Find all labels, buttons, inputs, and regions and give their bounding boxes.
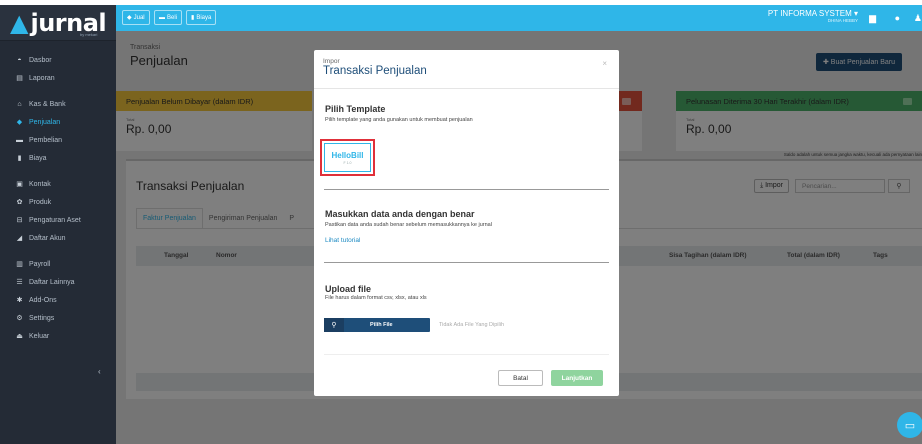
sidebar-item-label: Payroll xyxy=(29,260,51,268)
sidebar-item-label: Daftar Akun xyxy=(29,234,66,242)
receipt-icon: ▮ xyxy=(191,15,195,21)
quick-buy-button[interactable]: ▬ Beli xyxy=(154,10,183,25)
search-icon: ⚲ xyxy=(324,318,344,332)
sidebar-item-kas-bank[interactable]: ⌂ Kas & Bank xyxy=(0,95,116,113)
sidebar-item-label: Kas & Bank xyxy=(29,100,66,108)
sidebar-item-label: Add-Ons xyxy=(29,296,57,304)
puzzle-icon: ✱ xyxy=(16,297,23,304)
sidebar-item-label: Dasbor xyxy=(29,56,52,64)
sidebar-item-laporan[interactable]: ▤ Laporan xyxy=(0,69,116,87)
sidebar-item-add-ons[interactable]: ✱ Add-Ons xyxy=(0,291,116,309)
modal-subtitle: Impor xyxy=(323,58,340,65)
dashboard-icon: ◓ xyxy=(17,56,22,64)
gear-icon: ⚙ xyxy=(16,315,23,322)
chat-icon[interactable]: ▭ xyxy=(897,412,922,438)
sidebar-nav: ◓ Dasbor ▤ Laporan ⌂ Kas & Bank ◆ Penjualan … xyxy=(0,51,116,345)
tutorial-link[interactable]: Lihat tutorial xyxy=(325,237,360,244)
tag-icon: ◆ xyxy=(16,119,23,126)
cart-icon: ▬ xyxy=(159,14,165,21)
sidebar-item-settings[interactable]: ⚙ Settings xyxy=(0,309,116,327)
quick-expense-label: Biaya xyxy=(196,14,212,21)
company-switcher[interactable]: PT INFORMA SYSTEM ▾ DHINA HEBBY xyxy=(768,9,858,23)
quick-buy-label: Beli xyxy=(167,14,178,21)
account-icon: ◢ xyxy=(16,235,23,242)
tag-icon: ◆ xyxy=(127,15,132,21)
sidebar-item-biaya[interactable]: ▮ Biaya xyxy=(0,149,116,167)
sidebar-item-daftar-akun[interactable]: ◢ Daftar Akun xyxy=(0,229,116,247)
sidebar-item-payroll[interactable]: ▥ Payroll xyxy=(0,255,116,273)
data-section-title: Masukkan data anda dengan benar xyxy=(325,209,475,219)
sidebar-item-label: Biaya xyxy=(29,154,47,162)
sidebar-item-label: Daftar Lainnya xyxy=(29,278,75,286)
quick-expense-button[interactable]: ▮ Biaya xyxy=(186,10,217,25)
sidebar-item-daftar-lainnya[interactable]: ☰ Daftar Lainnya xyxy=(0,273,116,291)
choose-file-button[interactable]: ⚲ Pilih File xyxy=(324,318,430,332)
chart-icon: ▤ xyxy=(16,75,23,82)
data-section-desc: Pastikan data anda sudah benar sebelum m… xyxy=(325,222,492,228)
logout-icon: ⏏ xyxy=(16,333,23,340)
template-section-title: Pilih Template xyxy=(325,104,386,114)
cancel-button[interactable]: Batal xyxy=(498,370,543,386)
asset-icon: ⊟ xyxy=(16,217,23,224)
upload-section-title: Upload file xyxy=(325,284,372,294)
template-highlight: HelloBill F 1.0 xyxy=(320,139,375,176)
close-icon[interactable]: × xyxy=(602,59,607,68)
collapse-sidebar-icon[interactable]: ‹ xyxy=(98,367,101,376)
upload-section-desc: File harus dalam format csv, xlsx, atau … xyxy=(325,295,427,301)
brand-sub: by mekari xyxy=(80,32,98,37)
notification-icon[interactable]: ▆ xyxy=(869,13,876,24)
sidebar-item-label: Pengaturan Aset xyxy=(29,216,81,224)
quick-sell-button[interactable]: ◆ Jual xyxy=(122,10,150,25)
sidebar-item-keluar[interactable]: ⏏ Keluar xyxy=(0,327,116,345)
choose-file-label: Pilih File xyxy=(370,322,393,328)
sidebar-item-label: Produk xyxy=(29,198,52,206)
sidebar-item-label: Settings xyxy=(29,314,55,322)
sidebar-item-label: Keluar xyxy=(29,332,50,340)
list-icon: ☰ xyxy=(16,279,23,286)
modal-title: Transaksi Penjualan xyxy=(323,65,427,77)
company-owner: DHINA HEBBY xyxy=(827,18,858,23)
bank-icon: ⌂ xyxy=(17,100,22,108)
logo-icon: ▲ xyxy=(10,8,29,37)
payroll-icon: ▥ xyxy=(16,261,23,268)
sidebar-item-penjualan[interactable]: ◆ Penjualan xyxy=(0,113,116,131)
sidebar-item-produk[interactable]: ✿ Produk xyxy=(0,193,116,211)
sidebar-item-pembelian[interactable]: ▬ Pembelian xyxy=(0,131,116,149)
company-name: PT INFORMA SYSTEM ▾ xyxy=(767,9,858,18)
receipt-icon: ▮ xyxy=(17,155,22,162)
top-header: ◆ Jual ▬ Beli ▮ Biaya PT INFORMA SYSTEM ▾ D… xyxy=(116,5,922,31)
template-name: HelloBill xyxy=(331,150,364,160)
sidebar-item-label: Pembelian xyxy=(29,136,63,144)
cart-icon: ▬ xyxy=(16,136,23,144)
sidebar: ▲ jurnal by mekari ◓ Dasbor ▤ Laporan ⌂ Kas… xyxy=(0,5,116,444)
help-icon[interactable]: ● xyxy=(895,13,900,23)
sidebar-item-pengaturan-aset[interactable]: ⊟ Pengaturan Aset xyxy=(0,211,116,229)
box-icon: ✿ xyxy=(16,199,23,206)
sidebar-item-kontak[interactable]: ▣ Kontak xyxy=(0,175,116,193)
template-section-desc: Pilih template yang anda gunakan untuk m… xyxy=(325,117,473,123)
sidebar-item-dasbor[interactable]: ◓ Dasbor xyxy=(0,51,116,69)
contact-icon: ▣ xyxy=(16,181,23,188)
template-version: F 1.0 xyxy=(343,160,352,165)
brand-logo[interactable]: ▲ jurnal by mekari xyxy=(0,5,116,41)
quick-sell-label: Jual xyxy=(133,14,145,21)
sidebar-item-label: Laporan xyxy=(29,74,55,82)
import-modal: Impor Transaksi Penjualan × Pilih Templa… xyxy=(314,50,619,396)
sidebar-item-label: Kontak xyxy=(29,180,51,188)
no-file-text: Tidak Ada File Yang Dipilih xyxy=(439,322,505,328)
continue-button[interactable]: Lanjutkan xyxy=(551,370,603,386)
sidebar-item-label: Penjualan xyxy=(29,118,61,126)
template-hellobill[interactable]: HelloBill F 1.0 xyxy=(324,143,371,172)
user-icon[interactable]: ♟ xyxy=(914,13,922,24)
